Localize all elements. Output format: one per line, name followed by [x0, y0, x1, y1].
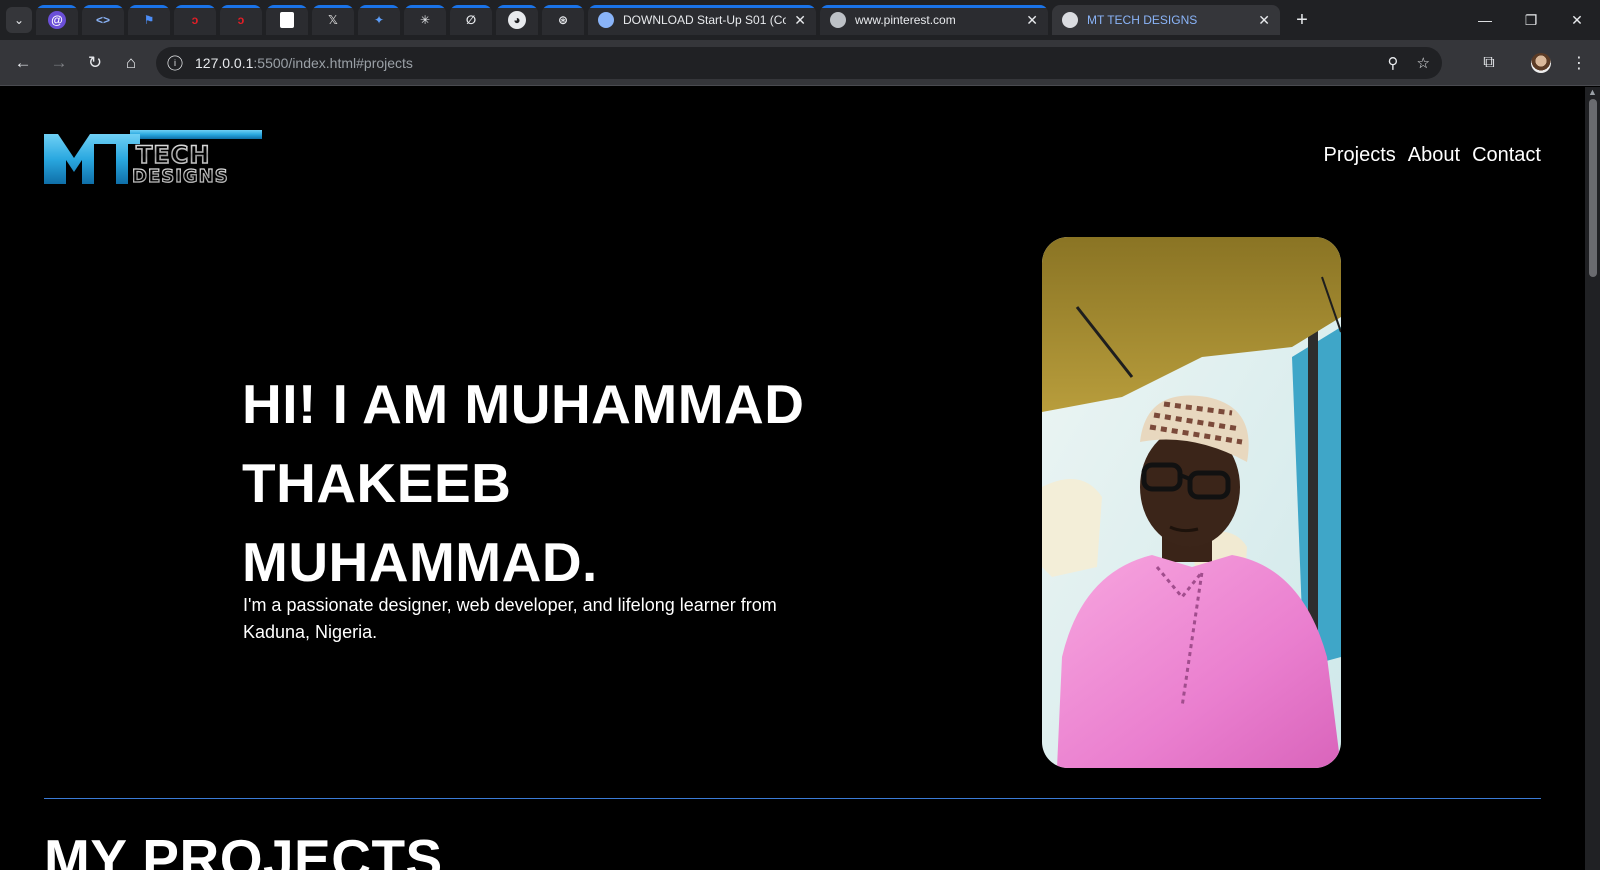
profile-photo	[1042, 237, 1341, 768]
pinned-tab-claude[interactable]: ✳	[404, 5, 446, 35]
tab-title: www.pinterest.com	[855, 13, 956, 27]
document-icon	[280, 12, 294, 28]
pinned-tab-airtel-1[interactable]: ↄ	[174, 5, 216, 35]
github-icon: ◕	[508, 11, 526, 29]
pinned-tab-openai[interactable]: ⊛	[542, 5, 584, 35]
arrow-left-icon: ←	[14, 52, 32, 72]
arrow-right-icon: →	[50, 52, 68, 72]
close-icon: ✕	[1571, 11, 1583, 28]
hero-title: HI! I AM MUHAMMAD THAKEEB MUHAMMAD.	[242, 373, 805, 593]
pinned-tab-copilot[interactable]: @	[36, 5, 78, 35]
scrollbar-thumb[interactable]	[1589, 99, 1597, 277]
minimize-button[interactable]: —	[1462, 0, 1508, 40]
close-icon[interactable]: ✕	[794, 12, 806, 29]
section-divider	[44, 798, 1541, 799]
address-bar-actions: ⚲ ☆	[1388, 47, 1430, 79]
tab-title: MT TECH DESIGNS	[1087, 13, 1198, 27]
url-host: 127.0.0.1	[195, 55, 254, 71]
new-tab-button[interactable]: +	[1288, 6, 1316, 34]
pinned-tab-flag[interactable]: ⚑	[128, 5, 170, 35]
globe-icon	[598, 12, 614, 28]
tab-pinterest[interactable]: www.pinterest.com ✕	[820, 5, 1048, 35]
forward-button[interactable]: →	[42, 46, 76, 80]
minimize-icon: —	[1478, 12, 1492, 28]
gemini-icon: ✦	[373, 13, 385, 27]
home-button[interactable]: ⌂	[114, 46, 148, 80]
close-icon[interactable]: ✕	[1258, 12, 1270, 29]
menu-button[interactable]: ⋮	[1562, 46, 1596, 80]
svg-text:TECH: TECH	[136, 141, 210, 169]
page-scrollbar[interactable]: ▲	[1585, 87, 1600, 870]
pinned-tab-airtel-2[interactable]: ↄ	[220, 5, 262, 35]
home-icon: ⌂	[125, 52, 137, 72]
tab-download-startup[interactable]: DOWNLOAD Start-Up S01 (Con ✕	[588, 5, 816, 35]
pinned-tab-gemini[interactable]: ✦	[358, 5, 400, 35]
nav-link-projects[interactable]: Projects	[1324, 144, 1396, 167]
pinned-tab-perplexity[interactable]: ∅	[450, 5, 492, 35]
airtel-icon: ↄ	[237, 13, 245, 27]
info-icon[interactable]: i	[167, 55, 183, 71]
claude-icon: ✳	[419, 13, 431, 27]
hero-subtitle: I'm a passionate designer, web developer…	[243, 595, 777, 642]
zoom-icon[interactable]: ⚲	[1388, 54, 1399, 72]
kebab-menu-icon: ⋮	[1571, 55, 1587, 72]
airtel-icon: ↄ	[191, 13, 199, 27]
pinned-tab-code[interactable]: <>	[82, 5, 124, 35]
close-icon[interactable]: ✕	[1026, 12, 1038, 29]
back-button[interactable]: ←	[6, 46, 40, 80]
svg-text:DESIGNS: DESIGNS	[132, 166, 229, 184]
url-text[interactable]: 127.0.0.1:5500/index.html#projects	[195, 55, 413, 71]
extensions-button[interactable]: ⧉	[1472, 46, 1506, 80]
site-nav: Projects About Contact	[1324, 144, 1541, 167]
bookmark-star-icon[interactable]: ☆	[1417, 54, 1430, 72]
toolbar-right: ⧉ ⋮	[1472, 40, 1600, 86]
nav-link-contact[interactable]: Contact	[1472, 144, 1541, 167]
profile-button[interactable]	[1524, 46, 1558, 80]
nav-link-about[interactable]: About	[1408, 144, 1460, 167]
plus-icon: +	[1296, 8, 1308, 31]
tab-strip: ⌄ @ <> ⚑ ↄ ↄ 𝕏 ✦ ✳ ∅ ◕ ⊛ DOWNLOAD Start-…	[0, 0, 1600, 40]
puzzle-icon: ⧉	[1483, 54, 1495, 71]
reload-button[interactable]: ↻	[78, 46, 112, 80]
copilot-icon: @	[48, 11, 66, 29]
tab-search-button[interactable]: ⌄	[6, 7, 32, 33]
flag-icon: ⚑	[143, 13, 155, 27]
site-favicon-icon	[1062, 12, 1078, 28]
reload-icon: ↻	[87, 52, 103, 72]
pinterest-icon	[830, 12, 846, 28]
projects-section-title: MY PROJECTS	[44, 828, 443, 870]
pinned-tab-github[interactable]: ◕	[496, 5, 538, 35]
x-icon: 𝕏	[328, 13, 338, 27]
address-bar[interactable]: i 127.0.0.1:5500/index.html#projects ⚲ ☆	[156, 47, 1442, 79]
url-path: :5500/index.html#projects	[253, 55, 413, 71]
tab-title: DOWNLOAD Start-Up S01 (Con	[623, 13, 787, 27]
browser-toolbar: ← → ↻ ⌂ i 127.0.0.1:5500/index.html#proj…	[0, 40, 1600, 86]
pinned-tab-x[interactable]: 𝕏	[312, 5, 354, 35]
restore-icon: ❐	[1524, 11, 1538, 28]
site-logo[interactable]: TECH DESIGNS	[44, 130, 264, 184]
pinned-tab-document[interactable]	[266, 5, 308, 35]
chevron-down-icon: ⌄	[13, 13, 25, 27]
avatar	[1531, 53, 1551, 73]
code-icon: <>	[95, 13, 110, 27]
tab-mt-tech-designs[interactable]: MT TECH DESIGNS ✕	[1052, 5, 1280, 35]
perplexity-icon: ∅	[465, 13, 477, 27]
close-window-button[interactable]: ✕	[1554, 0, 1600, 40]
restore-button[interactable]: ❐	[1508, 0, 1554, 40]
scroll-up-icon[interactable]: ▲	[1588, 87, 1597, 97]
page-viewport: TECH DESIGNS Projects About Contact HI! …	[0, 87, 1585, 870]
openai-icon: ⊛	[557, 13, 569, 27]
